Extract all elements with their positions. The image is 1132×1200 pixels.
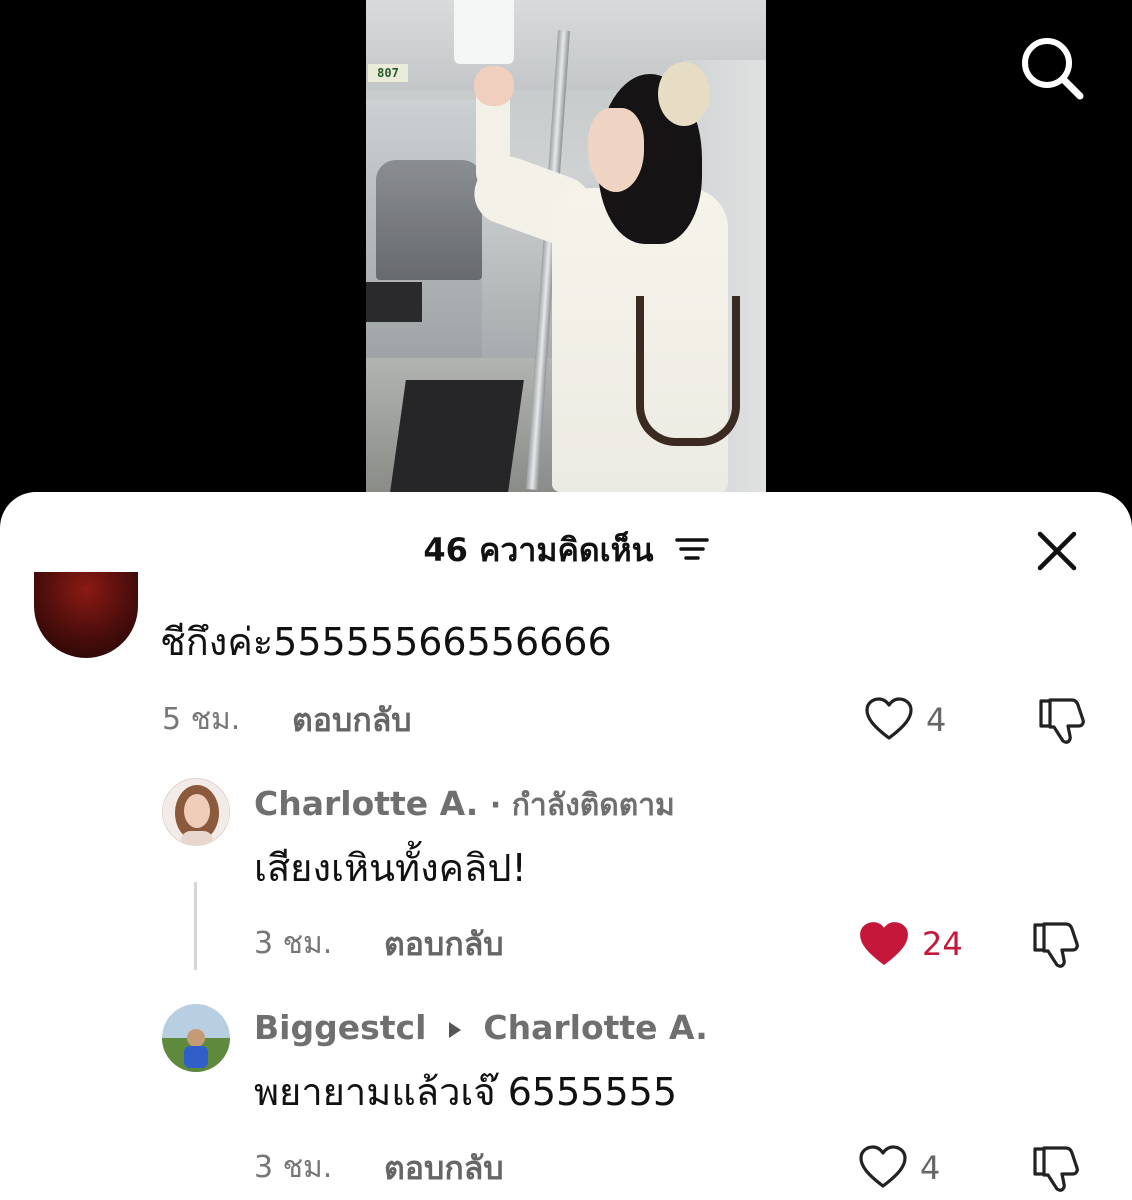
- avatar-portrait: [162, 1004, 230, 1072]
- avatar[interactable]: [34, 572, 138, 658]
- video-player[interactable]: 807: [0, 0, 1132, 520]
- like-count: 24: [922, 925, 963, 963]
- floor-mat-priority: [390, 380, 524, 492]
- dislike-icon: [1033, 922, 1079, 968]
- passengers: [376, 160, 482, 280]
- like-button[interactable]: [858, 1144, 908, 1194]
- comments-title: 46 ความคิดเห็น: [0, 528, 1132, 574]
- reply-button[interactable]: ตอบกลับ: [384, 924, 504, 964]
- dislike-icon: [1039, 698, 1085, 744]
- car-number-sign: 807: [368, 64, 408, 82]
- avatar[interactable]: [162, 778, 230, 846]
- heart-icon: [859, 1145, 907, 1188]
- author-name[interactable]: Biggestcl: [254, 1008, 426, 1047]
- filter-icon[interactable]: [674, 530, 709, 574]
- close-button[interactable]: [1034, 528, 1080, 574]
- search-button[interactable]: [1020, 36, 1084, 100]
- follow-status: · กำลังติดตาม: [489, 788, 675, 823]
- comment-text: เสียงเหินทั้งคลิป!: [254, 846, 527, 890]
- comment-time: 3 ชม.: [254, 926, 333, 961]
- reply-to-name[interactable]: Charlotte A.: [483, 1008, 707, 1047]
- comment-text: ชีกึงค่ะ55555566556666: [160, 620, 612, 664]
- reply-arrow-icon: [446, 1008, 464, 1052]
- heart-icon: [865, 697, 913, 740]
- dislike-button[interactable]: [1030, 918, 1082, 974]
- woman-bag-strap: [636, 296, 740, 446]
- thread-line: [194, 882, 197, 970]
- ceiling-light: [454, 0, 514, 64]
- comment-author: Biggestcl Charlotte A.: [254, 1006, 708, 1052]
- video-frame[interactable]: 807: [366, 0, 766, 492]
- reply-button[interactable]: ตอบกลับ: [384, 1148, 504, 1188]
- like-count: 4: [920, 1149, 941, 1187]
- comment-time: 5 ชม.: [162, 702, 241, 737]
- like-button[interactable]: [858, 920, 910, 972]
- author-name[interactable]: Charlotte A.: [254, 784, 478, 823]
- woman-face: [588, 108, 644, 192]
- hair-scrunchie: [658, 62, 710, 126]
- dislike-button[interactable]: [1036, 694, 1088, 750]
- search-icon: [1022, 38, 1084, 100]
- floor-mat-far: [366, 282, 422, 322]
- avatar[interactable]: [162, 1004, 230, 1072]
- comment-count: 46: [423, 531, 468, 569]
- close-icon: [1037, 531, 1077, 571]
- reply-button[interactable]: ตอบกลับ: [292, 700, 412, 740]
- heart-icon: [860, 922, 908, 965]
- like-button[interactable]: [864, 696, 914, 746]
- comment-time: 3 ชม.: [254, 1150, 333, 1185]
- comment-text: พยายามแล้วเจ๊ 6555555: [254, 1070, 677, 1114]
- woman-hand: [474, 66, 514, 106]
- comments-sheet: 46 ความคิดเห็น ชีกึงค่ะ55555566556666 5 …: [0, 492, 1132, 1200]
- dislike-button[interactable]: [1030, 1142, 1082, 1198]
- comments-label: ความคิดเห็น: [479, 531, 654, 569]
- like-count: 4: [926, 701, 947, 739]
- comment-author: Charlotte A. · กำลังติดตาม: [254, 782, 675, 828]
- avatar-portrait: [163, 779, 229, 845]
- sheet-header: 46 ความคิดเห็น: [0, 492, 1132, 602]
- dislike-icon: [1033, 1146, 1079, 1192]
